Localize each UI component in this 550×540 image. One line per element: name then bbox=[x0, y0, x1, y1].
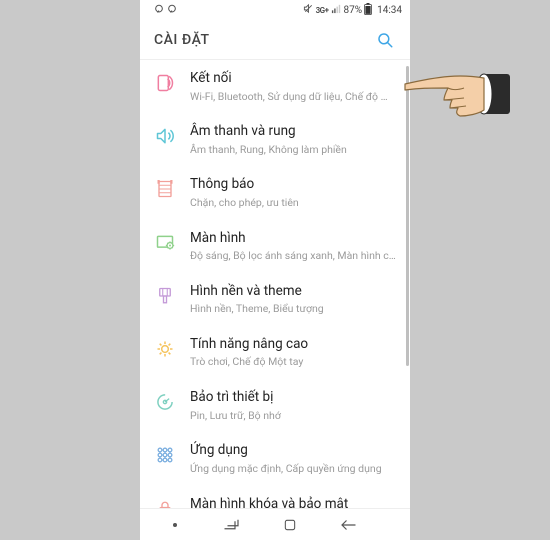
row-title: Thông báo bbox=[190, 176, 396, 194]
display-icon bbox=[154, 232, 176, 254]
nav-recents[interactable] bbox=[212, 513, 252, 537]
data-badge: 3G+ bbox=[316, 6, 329, 15]
row-advanced[interactable]: Tính năng nâng cao Trò chơi, Chế độ Một … bbox=[140, 326, 410, 379]
app-header: CÀI ĐẶT bbox=[140, 20, 410, 60]
signal-icon bbox=[331, 3, 342, 17]
nav-spacer bbox=[385, 513, 395, 537]
row-title: Tính năng nâng cao bbox=[190, 336, 396, 354]
phone-frame: 3G+ 87% 14:34 CÀI ĐẶT Kết nối bbox=[140, 0, 410, 540]
nav-back[interactable] bbox=[328, 513, 368, 537]
row-subtitle: Ứng dụng mặc định, Cấp quyền ứng dụng bbox=[190, 462, 396, 476]
connections-icon bbox=[154, 72, 176, 94]
row-subtitle: Chặn, cho phép, ưu tiên bbox=[190, 196, 396, 210]
row-notifications[interactable]: Thông báo Chặn, cho phép, ưu tiên bbox=[140, 166, 410, 219]
search-button[interactable] bbox=[374, 29, 396, 51]
mute-icon bbox=[303, 3, 314, 17]
row-title: Hình nền và theme bbox=[190, 283, 396, 301]
row-sound[interactable]: Âm thanh và rung Âm thanh, Rung, Không l… bbox=[140, 113, 410, 166]
battery-icon bbox=[364, 3, 372, 18]
chat-icon bbox=[167, 4, 177, 17]
row-subtitle: Hình nền, Theme, Biểu tượng bbox=[190, 302, 396, 316]
row-subtitle: Pin, Lưu trữ, Bộ nhớ bbox=[190, 409, 396, 423]
row-maintenance[interactable]: Bảo trì thiết bị Pin, Lưu trữ, Bộ nhớ bbox=[140, 379, 410, 432]
row-title: Màn hình khóa và bảo mật bbox=[190, 496, 396, 509]
nav-home[interactable] bbox=[270, 513, 310, 537]
clock: 14:34 bbox=[377, 5, 402, 16]
search-icon bbox=[376, 31, 394, 49]
settings-list: Kết nối Wi-Fi, Bluetooth, Sử dụng dữ liệ… bbox=[140, 60, 410, 508]
lock-icon bbox=[154, 498, 176, 509]
advanced-icon bbox=[154, 338, 176, 360]
pointer-hand-icon bbox=[400, 66, 510, 124]
notification-icon bbox=[154, 178, 176, 200]
nav-bar bbox=[140, 508, 410, 540]
row-title: Kết nối bbox=[190, 70, 396, 88]
row-wallpaper[interactable]: Hình nền và theme Hình nền, Theme, Biểu … bbox=[140, 273, 410, 326]
apps-icon bbox=[154, 444, 176, 466]
row-subtitle: Wi-Fi, Bluetooth, Sử dụng dữ liệu, Chế đ… bbox=[190, 90, 396, 104]
row-subtitle: Âm thanh, Rung, Không làm phiền bbox=[190, 143, 396, 157]
row-display[interactable]: Màn hình Độ sáng, Bộ lọc ánh sáng xanh, … bbox=[140, 220, 410, 273]
page-title: CÀI ĐẶT bbox=[154, 32, 374, 48]
nav-dot[interactable] bbox=[155, 513, 195, 537]
row-apps[interactable]: Ứng dụng Ứng dụng mặc định, Cấp quyền ứn… bbox=[140, 432, 410, 485]
row-lockscreen[interactable]: Màn hình khóa và bảo mật Màn hình khóa, … bbox=[140, 486, 410, 509]
maintenance-icon bbox=[154, 391, 176, 413]
row-title: Âm thanh và rung bbox=[190, 123, 396, 141]
status-bar: 3G+ 87% 14:34 bbox=[140, 0, 410, 20]
sound-icon bbox=[154, 125, 176, 147]
battery-pct: 87% bbox=[344, 5, 363, 16]
chat-icon bbox=[154, 4, 164, 17]
wallpaper-icon bbox=[154, 285, 176, 307]
row-title: Bảo trì thiết bị bbox=[190, 389, 396, 407]
row-title: Màn hình bbox=[190, 230, 396, 248]
row-subtitle: Độ sáng, Bộ lọc ánh sáng xanh, Màn hình … bbox=[190, 249, 396, 263]
row-title: Ứng dụng bbox=[190, 442, 396, 460]
row-subtitle: Trò chơi, Chế độ Một tay bbox=[190, 355, 396, 369]
row-connections[interactable]: Kết nối Wi-Fi, Bluetooth, Sử dụng dữ liệ… bbox=[140, 60, 410, 113]
